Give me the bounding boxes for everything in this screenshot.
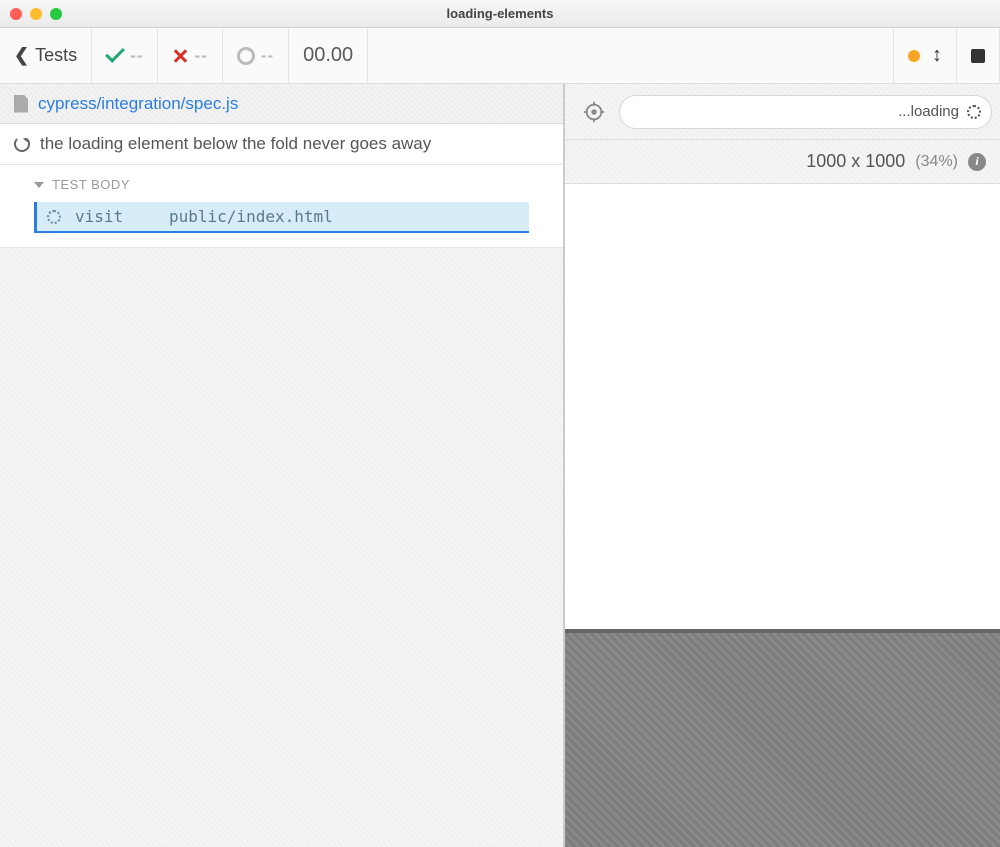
aut-below-fold [565,629,1000,847]
stop-icon [971,49,985,63]
window-title: loading-elements [0,6,1000,21]
command-spinner-icon [47,210,61,224]
stop-button[interactable] [957,28,1000,83]
viewport-size: 1000 x 1000 [806,151,905,172]
test-row[interactable]: the loading element below the fold never… [0,124,563,165]
timer-value: 00.00 [303,44,353,67]
running-spinner-icon [14,136,30,152]
minimize-window-button[interactable] [30,8,42,20]
tests-label: Tests [35,45,77,66]
timer-display: 00.00 [289,28,368,83]
loading-spinner-icon [967,105,981,119]
viewport-scale: (34%) [915,153,958,171]
test-body-label: TEST BODY [52,177,130,192]
aut-panel: ...loading 1000 x 1000 (34%) i [565,84,1000,847]
aut-iframe-area [565,184,1000,847]
url-status-text: ...loading [898,103,959,120]
viewport-info-button[interactable]: i [968,153,986,171]
main-area: cypress/integration/spec.js the loading … [0,84,1000,847]
updown-arrow-icon: ↕ [932,44,942,67]
test-body: TEST BODY visit public/index.html [0,165,563,248]
url-bar[interactable]: ...loading [619,95,992,129]
test-title: the loading element below the fold never… [40,134,431,154]
pending-value: -- [261,46,274,66]
window-titlebar: loading-elements [0,0,1000,28]
selector-playground-button[interactable] [583,101,605,123]
x-icon [172,48,188,64]
command-arg: public/index.html [169,207,333,226]
spec-path: cypress/integration/spec.js [38,94,238,114]
aut-visible-content[interactable] [565,184,1000,629]
pending-count: -- [223,28,289,83]
chevron-left-icon: ❮ [14,45,29,66]
reporter-panel: cypress/integration/spec.js the loading … [0,84,565,847]
failed-value: -- [194,46,207,66]
aut-header: ...loading [565,84,1000,140]
runner-toolbar: ❮ Tests -- -- -- 00.00 ↕ [0,28,1000,84]
fullscreen-window-button[interactable] [50,8,62,20]
auto-scroll-toggle[interactable]: ↕ [893,28,957,83]
spec-header[interactable]: cypress/integration/spec.js [0,84,563,124]
traffic-lights [0,8,62,20]
circle-icon [237,47,255,65]
passed-value: -- [130,46,143,66]
amber-dot-icon [908,50,920,62]
viewport-info: 1000 x 1000 (34%) i [565,140,1000,184]
close-window-button[interactable] [10,8,22,20]
passed-count: -- [92,28,158,83]
back-to-tests-button[interactable]: ❮ Tests [0,28,92,83]
toolbar-spacer [368,28,893,83]
check-icon [105,43,125,63]
command-row[interactable]: visit public/index.html [34,202,529,233]
file-icon [14,95,28,113]
test-body-header[interactable]: TEST BODY [0,171,563,198]
failed-count: -- [158,28,222,83]
caret-down-icon [34,182,44,188]
command-name: visit [75,207,155,226]
